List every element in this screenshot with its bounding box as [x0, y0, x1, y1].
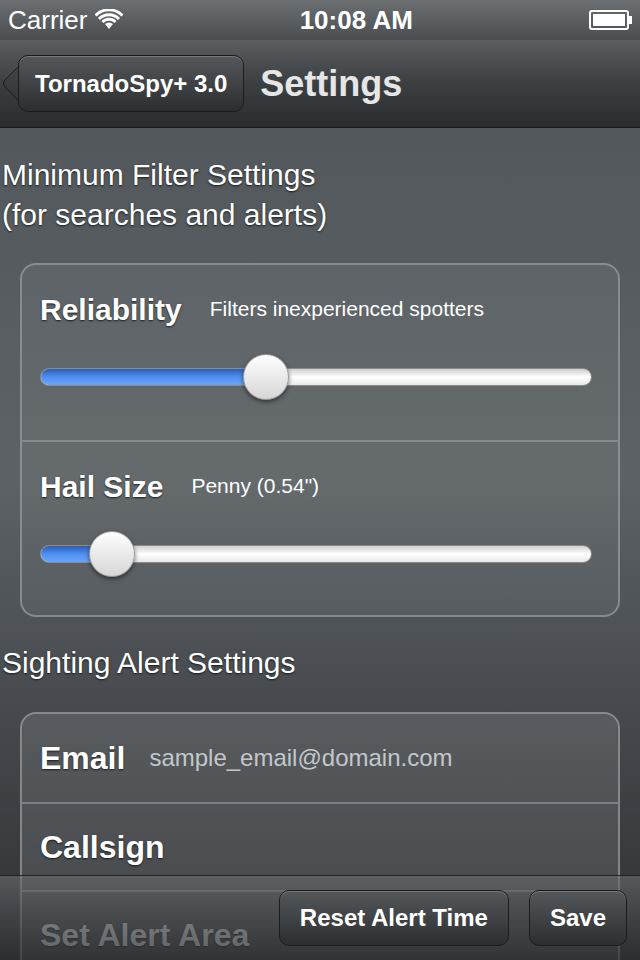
nav-title: Settings — [260, 57, 402, 111]
toolbar-button[interactable]: Reset Alert Time — [279, 890, 509, 946]
slider-row: Hail Size Penny (0.54") — [22, 440, 618, 615]
slider-label: Hail Size — [40, 464, 163, 509]
slider-reading: Filters inexperienced spotters — [210, 293, 484, 325]
slider-thumb[interactable] — [89, 531, 135, 577]
time-label: 10:08 AM — [300, 7, 413, 33]
row-label: Email — [40, 734, 125, 782]
slider[interactable] — [40, 354, 592, 400]
toolbar-button[interactable]: Save — [529, 890, 627, 946]
app: Carrier 10:08 AM TornadoSpy+ 3.0 Settings Mi… — [0, 0, 640, 960]
text-field[interactable] — [188, 829, 600, 865]
slider-reading: Penny (0.54") — [191, 470, 319, 502]
nav-bar: TornadoSpy+ 3.0 Settings — [0, 40, 640, 128]
text-field[interactable] — [149, 740, 600, 776]
slider[interactable] — [40, 531, 592, 577]
slider-row: Reliability Filters inexperienced spotter… — [22, 265, 618, 440]
settings-content: Minimum Filter Settings(for searches and… — [0, 128, 640, 960]
status-bar: Carrier 10:08 AM — [0, 0, 640, 40]
alert-section-header: Sighting Alert Settings — [0, 643, 640, 683]
slider-fill — [41, 369, 267, 385]
back-button[interactable]: TornadoSpy+ 3.0 — [18, 55, 244, 112]
slider-thumb[interactable] — [243, 354, 289, 400]
slider-label: Reliability — [40, 287, 182, 332]
battery-icon — [589, 10, 632, 30]
carrier-label: Carrier — [8, 7, 87, 33]
filter-card: Reliability Filters inexperienced spotter… — [20, 263, 620, 617]
field-row[interactable]: Email — [22, 714, 618, 802]
toolbar: Reset Alert Time Save — [0, 875, 640, 960]
filter-section-header: Minimum Filter Settings(for searches and… — [0, 155, 640, 235]
row-label: Callsign — [40, 823, 164, 871]
slider-track — [40, 368, 592, 386]
wifi-icon — [95, 9, 123, 31]
